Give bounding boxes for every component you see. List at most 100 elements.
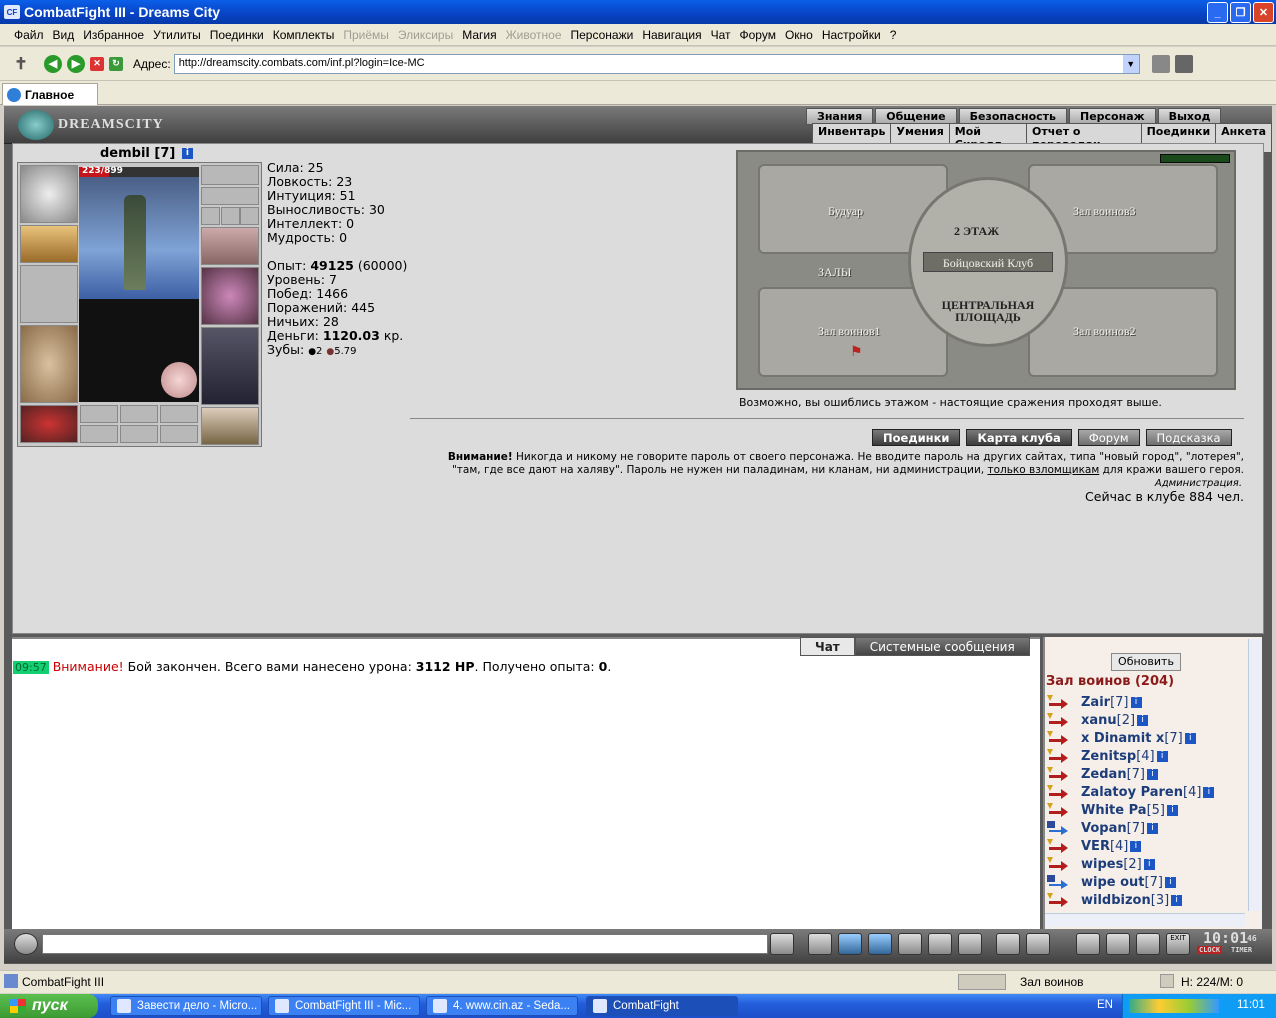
info-icon[interactable]: i (1143, 858, 1155, 870)
refresh-button[interactable]: Обновить (1111, 653, 1181, 671)
refresh-icon[interactable]: ↻ (109, 56, 123, 71)
pet-image[interactable] (161, 362, 197, 398)
menu-navigation[interactable]: Навигация (642, 28, 701, 42)
player-name[interactable]: wipes (1081, 857, 1123, 872)
player-row[interactable]: Zair [7] i (1047, 693, 1247, 711)
inventory-icon[interactable] (1076, 933, 1100, 955)
player-name[interactable]: Vopan (1081, 821, 1127, 836)
player-row[interactable]: Zenitsp [4] i (1047, 747, 1247, 765)
scroll-slot-2[interactable] (120, 405, 158, 423)
info-icon[interactable]: i (1147, 768, 1158, 780)
fight-arrow-icon[interactable] (1047, 713, 1069, 727)
menu-utilities[interactable]: Утилиты (153, 28, 201, 42)
map-club[interactable]: Бойцовский Клуб (923, 252, 1053, 272)
scroll-slot-3[interactable] (160, 405, 198, 423)
stop-icon[interactable]: ✕ (90, 56, 104, 71)
fight-arrow-icon[interactable] (1047, 785, 1069, 799)
scroll-slot-4[interactable] (80, 425, 118, 443)
player-row[interactable]: Vopan [7] i (1047, 819, 1247, 837)
info-icon[interactable]: i (1156, 750, 1168, 762)
info-icon[interactable]: i (1147, 822, 1159, 834)
map-hall2[interactable]: Зал воинов2 (1073, 324, 1136, 339)
menu-favorites[interactable]: Избранное (83, 28, 144, 42)
gloves-slot[interactable] (201, 227, 259, 265)
map-hall1[interactable]: Зал воинов1 (818, 324, 881, 339)
player-row[interactable]: Zalatoy Paren [4] i (1047, 783, 1247, 801)
speed-icon[interactable] (958, 933, 982, 955)
character-name[interactable]: dembil [7] i (100, 146, 193, 161)
player-name[interactable]: wipe out (1081, 875, 1145, 890)
hackers-link[interactable]: только взломщикам (987, 464, 1099, 476)
info-icon[interactable]: i (1203, 786, 1215, 798)
send-icon[interactable] (770, 933, 794, 955)
player-name[interactable]: wildbizon (1081, 893, 1151, 908)
players-hscroll[interactable] (1045, 913, 1245, 927)
player-name[interactable]: Zedan (1081, 767, 1127, 782)
back-icon[interactable]: ◀ (44, 54, 62, 73)
menu-view[interactable]: Вид (53, 28, 75, 42)
menu-magic[interactable]: Магия (462, 28, 496, 42)
scroll-slot-1[interactable] (80, 405, 118, 423)
tab-chat[interactable]: Чат (800, 637, 855, 656)
player-name[interactable]: x Dinamit x (1081, 731, 1164, 746)
menu-characters[interactable]: Персонажи (571, 28, 634, 42)
smiley-face-icon[interactable] (14, 933, 38, 955)
start-button[interactable]: пуск (0, 994, 98, 1018)
smile-icon[interactable] (996, 933, 1020, 955)
info-icon[interactable]: i (1130, 696, 1142, 708)
player-name[interactable]: Zalatoy Paren (1081, 785, 1183, 800)
earrings-slot[interactable] (201, 165, 259, 185)
fight-arrow-icon[interactable] (1047, 767, 1069, 781)
duels-button[interactable]: Поединки (872, 429, 961, 446)
menu-sets[interactable]: Комплекты (273, 28, 335, 42)
chat-input[interactable] (42, 934, 768, 954)
menu-help[interactable]: ? (890, 28, 897, 42)
battle-icon[interactable] (1106, 933, 1130, 955)
player-row[interactable]: VER [4] i (1047, 837, 1247, 855)
menu-duels[interactable]: Поединки (210, 28, 264, 42)
timer-label[interactable]: TIMER (1229, 946, 1255, 954)
player-name[interactable]: Zenitsp (1081, 749, 1136, 764)
clock-label[interactable]: CLOCK (1197, 946, 1223, 954)
fight-arrow-icon[interactable] (1047, 731, 1069, 745)
menu-forum[interactable]: Форум (740, 28, 776, 42)
info-icon[interactable]: i (1130, 840, 1142, 852)
fight-arrow-icon[interactable] (1047, 803, 1069, 817)
map-hall3[interactable]: Зал воинов3 (1073, 204, 1136, 219)
hint-button[interactable]: Подсказка (1145, 429, 1232, 446)
ring-slot-1[interactable] (201, 207, 220, 225)
page-icon[interactable] (1151, 54, 1170, 73)
scroll-slot-6[interactable] (160, 425, 198, 443)
armor-slot[interactable] (20, 325, 78, 403)
amulet-slot[interactable] (201, 187, 259, 205)
player-name[interactable]: Zair (1081, 695, 1110, 710)
status-refresh-icon[interactable] (1160, 974, 1174, 988)
forum-button[interactable]: Форум (1077, 429, 1140, 446)
info-icon[interactable]: i (1184, 732, 1196, 744)
exit-icon[interactable]: EXIT (1166, 933, 1190, 955)
leggings-slot[interactable] (201, 327, 259, 405)
info-icon[interactable]: i (1171, 894, 1183, 906)
filter-icon[interactable] (838, 933, 862, 955)
info-icon[interactable]: i (1137, 714, 1149, 726)
player-row[interactable]: wildbizon [3] i (1047, 891, 1247, 909)
address-input[interactable]: http://dreamscity.combats.com/inf.pl?log… (173, 53, 1140, 74)
travel-arrow-icon[interactable] (1047, 821, 1069, 835)
player-row[interactable]: Zedan [7] i (1047, 765, 1247, 783)
language-indicator[interactable]: EN (1097, 999, 1113, 1011)
player-row[interactable]: White Pa [5] i (1047, 801, 1247, 819)
head-icon[interactable] (1026, 933, 1050, 955)
club-map-button[interactable]: Карта клуба (966, 429, 1072, 446)
tab-main[interactable]: Главное (2, 83, 98, 105)
player-name[interactable]: VER (1081, 839, 1110, 854)
player-row[interactable]: wipes [2] i (1047, 855, 1247, 873)
pin-icon[interactable]: ✝ (12, 55, 30, 73)
eraser-icon[interactable] (808, 933, 832, 955)
info-icon[interactable]: i (181, 148, 193, 159)
fight-arrow-icon[interactable] (1047, 857, 1069, 871)
task-cin[interactable]: 4. www.cin.az - Seda... (426, 996, 578, 1016)
fight-arrow-icon[interactable] (1047, 893, 1069, 907)
menu-file[interactable]: Файл (14, 28, 44, 42)
map-boudoir[interactable]: Будуар (828, 204, 863, 219)
player-name[interactable]: White Pa (1081, 803, 1147, 818)
